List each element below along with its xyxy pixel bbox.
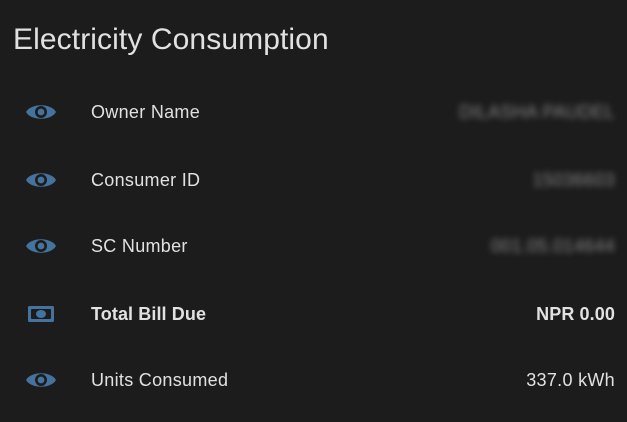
eye-icon: [25, 234, 57, 258]
eye-icon: [25, 368, 57, 392]
entity-row-owner-name[interactable]: Owner Name DILASHA PAUDEL: [0, 88, 627, 136]
entity-row-sc-number[interactable]: SC Number 001.05.014644: [0, 222, 627, 270]
entity-row-consumer-id[interactable]: Consumer ID 15036603: [0, 156, 627, 204]
card-title: Electricity Consumption: [13, 23, 329, 56]
entity-value: 337.0 kWh: [526, 369, 615, 390]
cash-icon: [25, 302, 57, 326]
entity-row-total-bill-due[interactable]: Total Bill Due NPR 0.00: [0, 290, 627, 338]
entity-row-units-consumed[interactable]: Units Consumed 337.0 kWh: [0, 356, 627, 404]
eye-icon: [25, 100, 57, 124]
entity-label: Total Bill Due: [91, 303, 207, 324]
entity-label: Owner Name: [91, 101, 201, 122]
entity-label: Units Consumed: [91, 369, 229, 390]
entity-label: Consumer ID: [91, 169, 201, 190]
entity-value: 001.05.014644: [490, 235, 615, 256]
electricity-consumption-card: Electricity Consumption Owner Name DILAS…: [0, 0, 627, 422]
entity-label: SC Number: [91, 235, 188, 256]
entity-value: NPR 0.00: [536, 303, 615, 324]
eye-icon: [25, 168, 57, 192]
entity-value: DILASHA PAUDEL: [459, 101, 615, 122]
entity-value: 15036603: [532, 169, 615, 190]
